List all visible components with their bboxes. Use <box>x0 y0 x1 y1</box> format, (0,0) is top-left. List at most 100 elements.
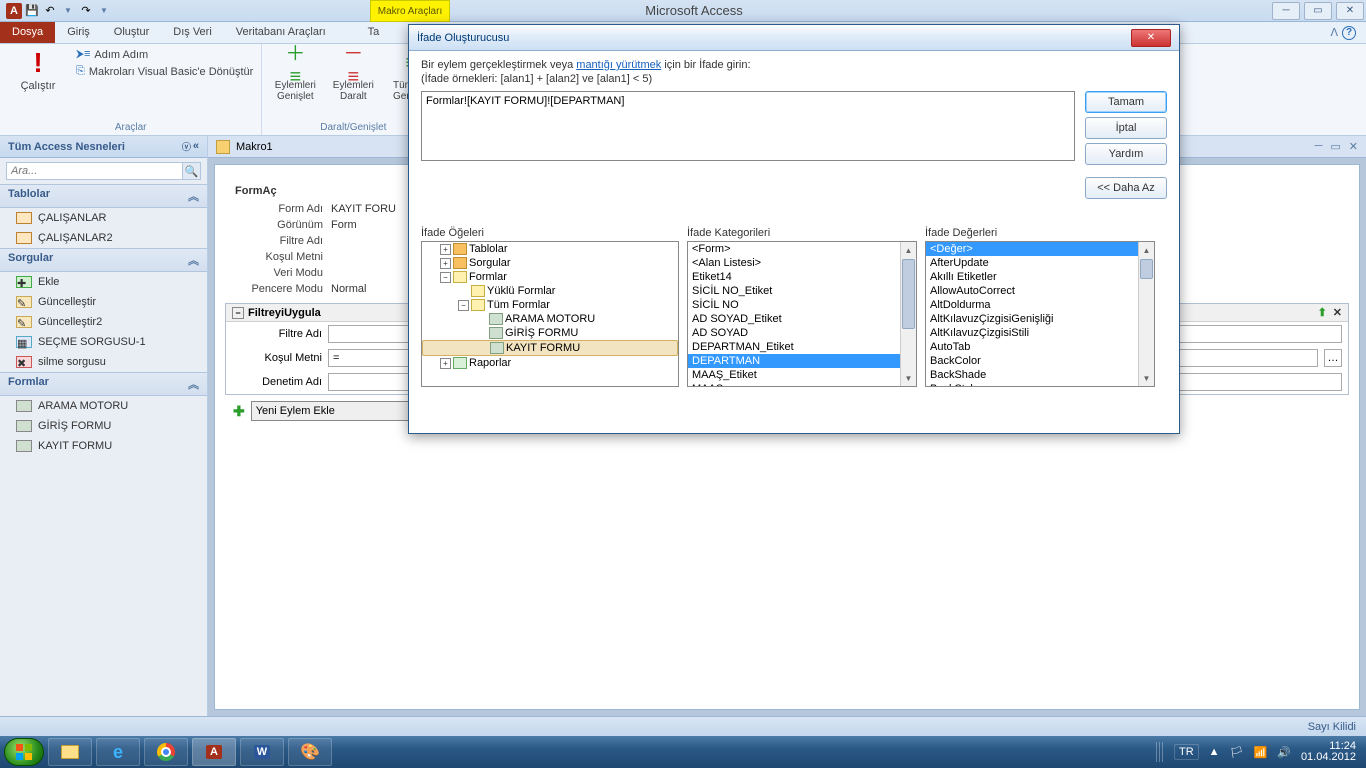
tree-item[interactable]: −Formlar <box>422 270 678 284</box>
expand-icon[interactable]: + <box>440 244 451 255</box>
qat-customize-icon[interactable]: ▼ <box>96 3 112 19</box>
tree-item[interactable]: −Tüm Formlar <box>422 298 678 312</box>
category-item[interactable]: DEPARTMAN_Etiket <box>688 340 900 354</box>
elements-tree[interactable]: +Tablolar +Sorgular −Formlar Yüklü Forml… <box>421 241 679 387</box>
taskbar-word[interactable]: W <box>240 738 284 766</box>
search-input[interactable] <box>7 163 182 179</box>
undo-icon[interactable]: ↶ <box>42 3 58 19</box>
nav-item-table[interactable]: ÇALIŞANLAR2 <box>0 228 207 248</box>
nav-item-query[interactable]: ▦SEÇME SORGUSU-1 <box>0 332 207 352</box>
language-indicator[interactable]: TR <box>1174 744 1199 760</box>
category-item[interactable]: AD SOYAD_Etiket <box>688 312 900 326</box>
collapse-tree-icon[interactable]: − <box>440 272 451 283</box>
convert-button[interactable]: ⎘Makroları Visual Basic'e Dönüştür <box>76 65 253 78</box>
redo-icon[interactable]: ↷ <box>78 3 94 19</box>
tab-external[interactable]: Dış Veri <box>161 22 224 43</box>
close-button[interactable]: ✕ <box>1336 2 1364 20</box>
tray-show-hidden-icon[interactable]: ▲ <box>1209 746 1220 758</box>
undo-dropdown-icon[interactable]: ▼ <box>60 3 76 19</box>
moveup-icon[interactable]: ⬆ <box>1318 306 1327 319</box>
scroll-thumb[interactable] <box>902 259 915 329</box>
nav-section-forms[interactable]: Formlar︽ <box>0 372 207 396</box>
less-button[interactable]: << Daha Az <box>1085 177 1167 199</box>
category-item[interactable]: SİCİL NO_Etiket <box>688 284 900 298</box>
tab-create[interactable]: Oluştur <box>102 22 161 43</box>
delete-action-icon[interactable]: ✕ <box>1333 306 1342 319</box>
category-item[interactable]: <Form> <box>688 242 900 256</box>
tree-item[interactable]: ARAMA MOTORU <box>422 312 678 326</box>
nav-dropdown-icon[interactable]: ⓥ <box>182 140 191 153</box>
expand-icon[interactable]: + <box>440 258 451 269</box>
value-item[interactable]: AltDoldurma <box>926 298 1138 312</box>
collapse-actions-button[interactable]: －≡Eylemleri Daralt <box>328 48 378 102</box>
category-item[interactable]: MAAŞ_Etiket <box>688 368 900 382</box>
category-item[interactable]: SİCİL NO <box>688 298 900 312</box>
nav-collapse-icon[interactable]: « <box>193 140 199 153</box>
values-list[interactable]: <Değer>AfterUpdateAkıllı EtiketlerAllowA… <box>925 241 1155 387</box>
category-item[interactable]: MAAŞ <box>688 382 900 386</box>
doc-close-icon[interactable]: ✕ <box>1349 140 1358 153</box>
minimize-button[interactable]: ─ <box>1272 2 1300 20</box>
value-item[interactable]: AltKılavuzÇizgisiGenişliği <box>926 312 1138 326</box>
dialog-close-button[interactable]: ✕ <box>1131 29 1171 47</box>
tree-item[interactable]: +Sorgular <box>422 256 678 270</box>
search-icon[interactable]: 🔍 <box>182 163 200 179</box>
nav-item-table[interactable]: ÇALIŞANLAR <box>0 208 207 228</box>
value-item[interactable]: AltKılavuzÇizgisiStili <box>926 326 1138 340</box>
category-item[interactable]: AD SOYAD <box>688 326 900 340</box>
clock[interactable]: 11:2401.04.2012 <box>1301 741 1356 763</box>
help-icon[interactable]: ? <box>1342 26 1356 40</box>
nav-item-query[interactable]: ✖silme sorgusu <box>0 352 207 372</box>
expand-actions-button[interactable]: ＋≡Eylemleri Genişlet <box>270 48 320 102</box>
save-icon[interactable]: 💾 <box>24 3 40 19</box>
scroll-down-icon[interactable]: ▼ <box>901 370 916 386</box>
tab-home[interactable]: Giriş <box>55 22 102 43</box>
value-item[interactable]: Akıllı Etiketler <box>926 270 1138 284</box>
categories-list[interactable]: <Form><Alan Listesi>Etiket14SİCİL NO_Eti… <box>687 241 917 387</box>
value-item[interactable]: <Değer> <box>926 242 1138 256</box>
logic-link[interactable]: mantığı yürütmek <box>576 59 661 71</box>
value-item[interactable]: AfterUpdate <box>926 256 1138 270</box>
nav-item-form[interactable]: GİRİŞ FORMU <box>0 416 207 436</box>
nav-item-query[interactable]: ✎Güncelleştir <box>0 292 207 312</box>
expression-textbox[interactable]: Formlar![KAYIT FORMU]![DEPARTMAN] <box>421 91 1075 161</box>
volume-icon[interactable]: 🔊 <box>1277 746 1291 759</box>
nav-header[interactable]: Tüm Access Nesneleri ⓥ« <box>0 136 207 158</box>
expand-icon[interactable]: + <box>440 358 451 369</box>
ok-button[interactable]: Tamam <box>1085 91 1167 113</box>
taskbar-ie[interactable]: e <box>96 738 140 766</box>
tree-item[interactable]: +Raporlar <box>422 356 678 370</box>
nav-item-query[interactable]: ✎Güncelleştir2 <box>0 312 207 332</box>
flag-icon[interactable]: 🏳 <box>1230 746 1244 759</box>
category-item[interactable]: Etiket14 <box>688 270 900 284</box>
doc-restore-icon[interactable]: ▭ <box>1330 140 1340 153</box>
scroll-down-icon[interactable]: ▼ <box>1139 370 1154 386</box>
nav-section-tables[interactable]: Tablolar︽ <box>0 184 207 208</box>
nav-item-query[interactable]: ✚Ekle <box>0 272 207 292</box>
minimize-ribbon-icon[interactable]: ᐱ <box>1330 26 1338 39</box>
builder-icon[interactable]: … <box>1324 349 1342 367</box>
scroll-up-icon[interactable]: ▲ <box>901 242 916 258</box>
plus-icon[interactable]: ✚ <box>233 403 245 420</box>
value-item[interactable]: AutoTab <box>926 340 1138 354</box>
scroll-thumb[interactable] <box>1140 259 1153 279</box>
nav-item-form[interactable]: ARAMA MOTORU <box>0 396 207 416</box>
category-item[interactable]: DEPARTMAN <box>688 354 900 368</box>
collapse-tree-icon[interactable]: − <box>458 300 469 311</box>
tree-item[interactable]: Yüklü Formlar <box>422 284 678 298</box>
value-item[interactable]: AllowAutoCorrect <box>926 284 1138 298</box>
tab-file[interactable]: Dosya <box>0 22 55 43</box>
category-item[interactable]: <Alan Listesi> <box>688 256 900 270</box>
run-button[interactable]: ! Çalıştır <box>8 48 68 92</box>
tree-item[interactable]: +Tablolar <box>422 242 678 256</box>
taskbar-paint[interactable]: 🎨 <box>288 738 332 766</box>
network-icon[interactable]: 📶 <box>1254 746 1268 759</box>
scroll-up-icon[interactable]: ▲ <box>1139 242 1154 258</box>
tree-item[interactable]: GİRİŞ FORMU <box>422 326 678 340</box>
tree-item-selected[interactable]: KAYIT FORMU <box>422 340 678 356</box>
cancel-button[interactable]: İptal <box>1085 117 1167 139</box>
taskbar-access[interactable]: A <box>192 738 236 766</box>
value-item[interactable]: BackColor <box>926 354 1138 368</box>
value-item[interactable]: BackShade <box>926 368 1138 382</box>
collapse-action-icon[interactable]: − <box>232 307 244 319</box>
